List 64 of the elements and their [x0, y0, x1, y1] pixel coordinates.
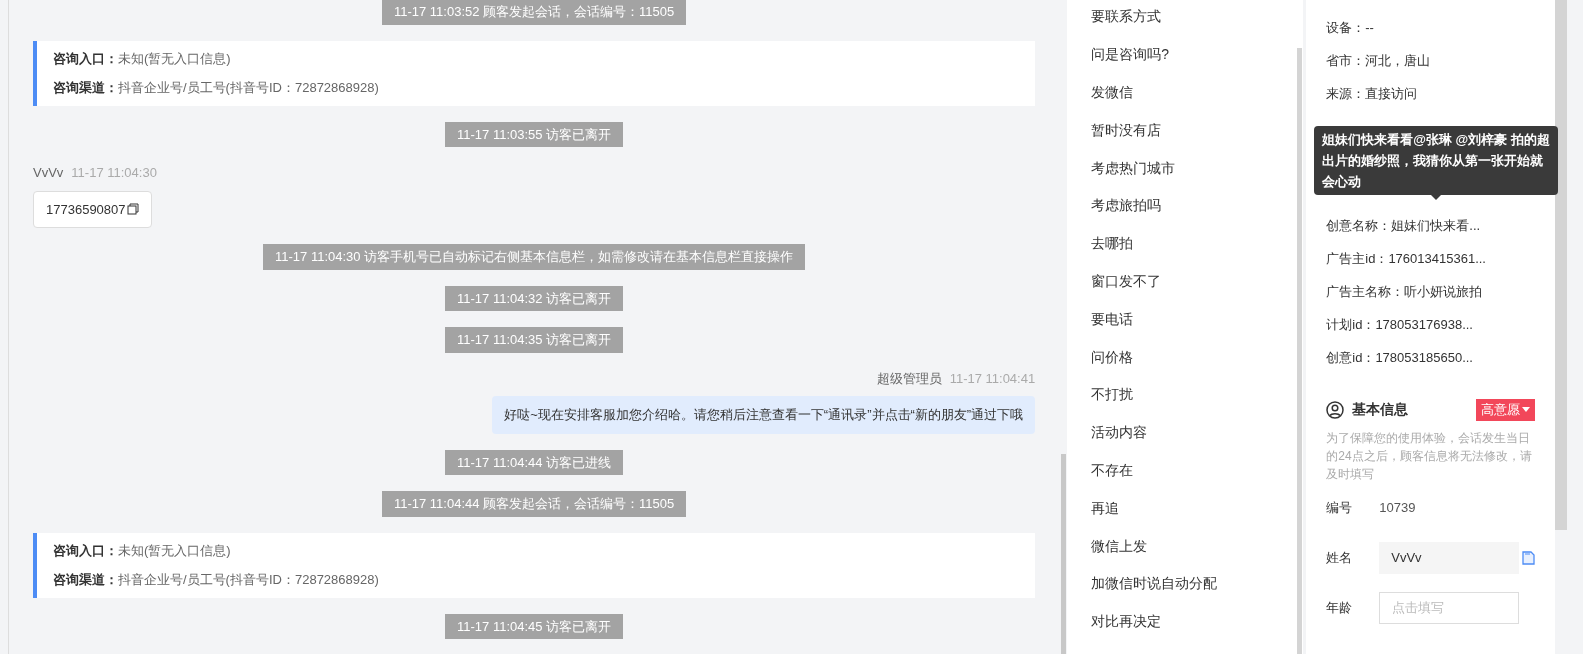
quick-reply-item[interactable]: 发微信 [1091, 73, 1298, 112]
quick-reply-item[interactable]: 问是咨询吗? [1091, 35, 1298, 74]
system-message: 11-17 11:03:52 顾客发起会话，会话编号：11505 [381, 0, 687, 25]
system-message: 11-17 11:03:55 访客已离开 [445, 121, 624, 147]
user-circle-icon [1326, 400, 1345, 419]
detail-row-text: 创意id：178053185650... [1326, 348, 1474, 367]
detail-row-text: 来源：直接访问 [1326, 84, 1419, 103]
quick-reply-item[interactable]: 暂时没有店 [1091, 111, 1298, 150]
system-message: 11-17 11:04:44 访客已进线 [445, 449, 624, 475]
copy-icon[interactable] [1522, 550, 1536, 565]
system-message: 11-17 11:04:32 访客已离开 [445, 285, 624, 311]
sender-name: VvVv [33, 164, 64, 182]
info-label: 咨询渠道： [53, 79, 118, 97]
info-label: 咨询入口： [53, 49, 118, 68]
info-value: 抖音企业号/员工号(抖音号ID：72872868928) [118, 79, 379, 97]
info-value: 未知(暂无入口信息) [118, 541, 231, 560]
detail-row-text: 省市：河北，唐山 [1326, 51, 1432, 70]
notice-text: 为了保障您的使用体验，会话发生当日的24点之后，顾客信息将无法修改，请及时填写 [1326, 429, 1533, 483]
system-message: 11-17 11:04:30 访客手机号已自动标记右侧基本信息栏，如需修改请在基本信息栏直接操作 [263, 244, 806, 270]
system-message: 11-17 11:04:45 访客已离开 [445, 613, 624, 639]
message-time: 11-17 11:04:41 [949, 369, 1036, 388]
scrollbar[interactable] [1061, 454, 1067, 654]
detail-row-text: 创意名称：姐妹们快来看... [1326, 216, 1482, 235]
quick-reply-item[interactable]: 不打扰 [1091, 375, 1298, 414]
quick-reply-item[interactable]: 窗口发不了 [1091, 262, 1298, 301]
detail-row-text: 计划id：178053176938... [1326, 315, 1474, 334]
sender-name: 超级管理员 [876, 369, 942, 388]
quick-reply-item[interactable]: 加微信时说自动分配 [1091, 564, 1298, 603]
scrollbar[interactable] [1297, 48, 1303, 654]
intent-dropdown[interactable]: 高意愿 [1476, 399, 1536, 421]
quick-reply-item[interactable]: 不存在 [1091, 451, 1298, 490]
field-label: 编号 [1326, 498, 1354, 517]
quick-reply-item[interactable]: 要电话 [1091, 300, 1298, 339]
copy-icon[interactable] [126, 203, 139, 216]
quick-reply-item[interactable]: 考虑热门城市 [1091, 149, 1298, 187]
field-label: 年龄 [1326, 598, 1354, 617]
info-label: 咨询渠道： [53, 571, 118, 589]
quick-reply-item[interactable]: 微信上发 [1091, 527, 1298, 565]
field-value: 10739 [1379, 498, 1416, 517]
scrollbar[interactable] [1555, 0, 1568, 530]
quick-reply-item[interactable]: 要联系方式 [1091, 0, 1298, 36]
message-text: 17736590807 [46, 200, 126, 219]
field-label: 姓名 [1326, 548, 1354, 567]
quick-reply-item[interactable]: 再追 [1091, 489, 1298, 528]
quick-reply-item[interactable]: 考虑旅拍吗 [1091, 187, 1298, 225]
message-time: 11-17 11:04:30 [71, 164, 157, 182]
age-field[interactable]: 点击填写 [1379, 591, 1520, 624]
info-value: 未知(暂无入口信息) [118, 49, 231, 68]
caret-icon [1522, 407, 1531, 413]
tooltip: 姐妹们快来看看@张琳 @刘梓豪 拍的超出片的婚纱照，我猜你从第一张开始就会心动 [1314, 126, 1559, 200]
name-field[interactable]: VvVv [1379, 541, 1520, 574]
detail-row-text: 广告主id：176013415361... [1326, 249, 1487, 268]
system-message: 11-17 11:04:35 访客已离开 [445, 327, 624, 353]
detail-row-text: 广告主名称：听小妍说旅拍 [1326, 282, 1484, 301]
info-label: 咨询入口： [53, 541, 118, 560]
quick-reply-item[interactable]: 问价格 [1091, 338, 1298, 376]
quick-reply-item[interactable]: 对比再决定 [1091, 602, 1298, 641]
section-title: 基本信息 [1352, 400, 1409, 420]
quick-reply-item[interactable]: 去哪拍 [1091, 224, 1298, 263]
detail-row-text: 设备：-- [1326, 18, 1375, 37]
info-value: 抖音企业号/员工号(抖音号ID：72872868928) [118, 571, 379, 589]
quick-reply-item[interactable]: 活动内容 [1091, 413, 1298, 452]
system-message: 11-17 11:04:44 顾客发起会话，会话编号：11505 [381, 491, 687, 517]
message-bubble: 好哒~现在安排客服加您介绍哈。请您稍后注意查看一下“通讯录”并点击“新的朋友”通过下哦 [492, 396, 1036, 434]
